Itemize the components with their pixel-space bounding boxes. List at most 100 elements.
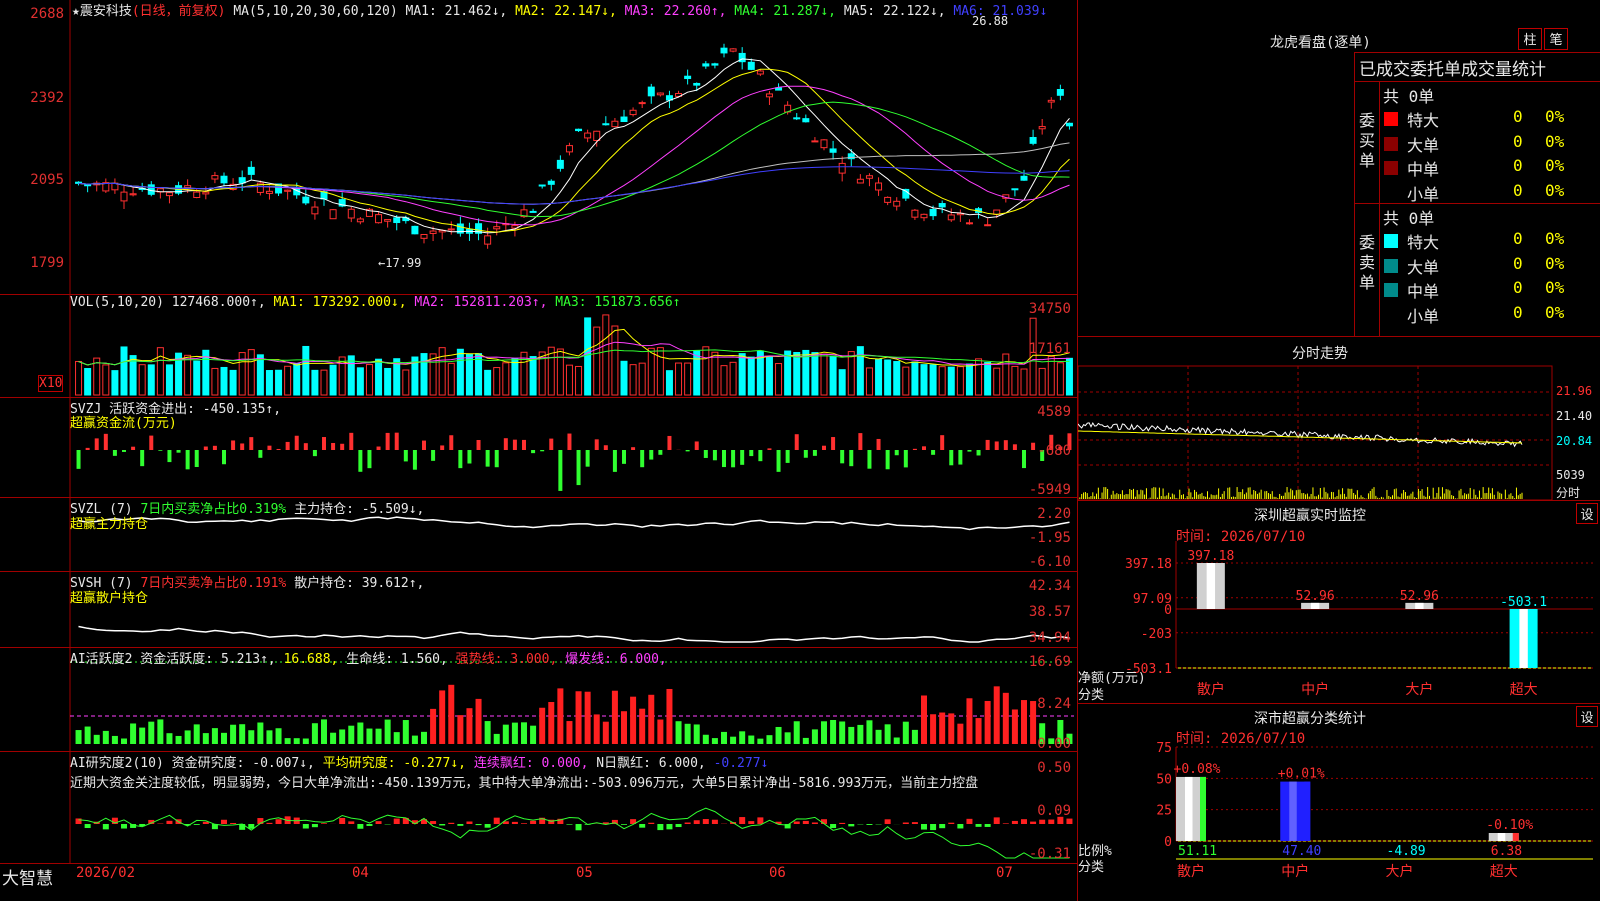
ai1-bar	[994, 686, 1000, 744]
ai2-bar	[903, 822, 909, 824]
candle-body	[348, 209, 354, 218]
candle-body	[421, 234, 427, 238]
ai1-bar	[976, 718, 982, 744]
monitor-bar-chart[interactable]: 397.1897.090-203-503.1397.18散户52.96中户52.…	[1078, 501, 1600, 704]
svzj-bar	[558, 450, 562, 491]
svzj-tick: -680	[1037, 443, 1071, 459]
classify-value-label: 51.11	[1178, 844, 1217, 859]
kline-panel[interactable]: ★震安科技(日线，前复权) MA(5,10,20,30,60,120) MA1:…	[0, 0, 1078, 295]
vol-ma1: MA1: 173292.000↓,	[274, 295, 407, 310]
volume-bar	[957, 367, 963, 395]
ai1-bar	[703, 735, 709, 744]
candle-body	[866, 176, 872, 179]
order-type-label: 小单	[1407, 303, 1439, 327]
svzj-bar	[640, 450, 644, 467]
intraday-vol-unit: 分时	[1556, 484, 1580, 501]
ai2-bar	[666, 824, 672, 829]
ai1-bar	[812, 729, 818, 744]
candle-body	[557, 160, 563, 168]
volume-bar	[248, 350, 254, 395]
order-percent: 0%	[1545, 229, 1564, 248]
ai1-burst: 爆发线: 6.000,	[565, 652, 667, 667]
volume-chart[interactable]	[0, 295, 1077, 398]
order-color-swatch	[1384, 186, 1398, 200]
svzj-bar	[431, 450, 435, 461]
ai1-bar	[712, 738, 718, 744]
ai1-bar	[439, 690, 445, 744]
ai2-bar	[276, 819, 282, 824]
volume-panel[interactable]: VOL(5,10,20) 127468.000↑, MA1: 173292.00…	[0, 294, 1078, 398]
classify-stats-panel[interactable]: 深市超赢分类统计 设 时间: 2026/07/10 7550250+0.08%5…	[1078, 703, 1600, 901]
intraday-chart[interactable]	[1078, 337, 1600, 501]
ai1-bar	[530, 726, 536, 744]
realtime-monitor-panel[interactable]: 深圳超赢实时监控 设 时间: 2026/07/10 397.1897.090-2…	[1078, 500, 1600, 704]
svzj-bar	[513, 440, 517, 450]
price-tick: 2688	[30, 6, 64, 22]
volume-bar	[376, 359, 382, 395]
candle-body	[539, 185, 545, 186]
volume-bar	[994, 368, 1000, 395]
volume-bar	[212, 368, 218, 395]
ai-activity-panel[interactable]: AI活跃度2 资金活跃度: 5.213↑, 16.688, 生命线: 1.560…	[0, 647, 1078, 752]
svzj-bar	[1022, 450, 1026, 468]
volume-bar	[1012, 366, 1018, 395]
ai1-bar	[421, 732, 427, 744]
ai2-bar	[957, 824, 963, 828]
ai1-bar	[94, 735, 100, 744]
order-count: 0	[1513, 303, 1523, 322]
ai2-bar	[739, 817, 745, 824]
ai1-bar	[639, 709, 645, 744]
ai2-bar	[576, 824, 582, 830]
date-tick: 05	[576, 865, 593, 881]
intraday-panel[interactable]: 分时走势 21.96 21.40 20.84 5039 分时	[1078, 336, 1600, 501]
svzj-bar	[404, 450, 408, 461]
svzj-bar	[804, 450, 808, 458]
ai1-bar	[366, 729, 372, 744]
svzj-bar	[895, 450, 899, 455]
svsh-panel[interactable]: SVSH (7) 7日内买卖净占比0.191% 散户持仓: 39.612↑, 超…	[0, 571, 1078, 648]
svzj-bar	[858, 433, 862, 450]
ai2-bar	[676, 824, 682, 827]
order-stats-panel[interactable]: 龙虎看盘(逐单) 柱 笔 已成交委托单成交量统计 委买单 委卖单 共 0单 共 …	[1078, 0, 1600, 336]
svzj-bar	[495, 450, 499, 467]
ai2-bar	[939, 824, 945, 828]
svzj-bar	[686, 450, 690, 451]
volume-bar	[821, 354, 827, 395]
kline-chart[interactable]	[0, 0, 1077, 295]
svzj-panel[interactable]: SVZJ 活跃资金进出: -450.135↑, 超赢资金流(万元) 4589 -…	[0, 397, 1078, 498]
svzj-bar	[449, 435, 453, 450]
ai2-bar	[694, 820, 700, 824]
candle-body	[394, 218, 400, 223]
svzj-bar	[867, 450, 871, 469]
candle-body	[1021, 176, 1027, 180]
ai1-bar	[603, 722, 609, 744]
ai2-bar	[103, 824, 109, 829]
ai-research-panel[interactable]: AI研究度2(10) 资金研究度: -0.007↓, 平均研究度: -0.277…	[0, 751, 1078, 864]
vol-unit-badge[interactable]: X10	[38, 375, 63, 392]
svsh-line	[79, 627, 1070, 643]
ai1-bar	[794, 721, 800, 744]
svzj-bar	[713, 450, 717, 460]
svzj-bar	[486, 450, 490, 467]
ai1-bar	[130, 723, 136, 744]
svsh-value: 散户持仓: 39.612↑,	[294, 576, 424, 591]
ai2-bar	[530, 821, 536, 824]
ai2-bar	[512, 822, 518, 824]
svzj-bar	[204, 447, 208, 450]
volume-bar	[357, 368, 363, 395]
volume-bar	[1066, 358, 1072, 395]
ai1-bar	[739, 731, 745, 744]
svzj-bar	[186, 450, 190, 469]
date-tick: 2026/02	[76, 865, 135, 881]
tick-view-button[interactable]: 笔	[1544, 28, 1568, 50]
svzl-panel[interactable]: SVZL (7) 7日内买卖净占比0.319% 主力持仓: -5.509↓, 超…	[0, 497, 1078, 572]
classify-bar-chart[interactable]: 7550250+0.08%51.11散户+0.01%47.40中户-4.89大户…	[1078, 704, 1600, 901]
svzj-bar	[649, 450, 653, 460]
svzj-bar	[340, 444, 344, 450]
volume-bar	[430, 354, 436, 395]
svzl-ratio: 7日内买卖净占比0.319%	[140, 502, 286, 517]
bar-view-button[interactable]: 柱	[1518, 28, 1542, 50]
volume-bar	[739, 354, 745, 395]
svzj-bar	[904, 450, 908, 467]
svzj-bar	[140, 450, 144, 466]
